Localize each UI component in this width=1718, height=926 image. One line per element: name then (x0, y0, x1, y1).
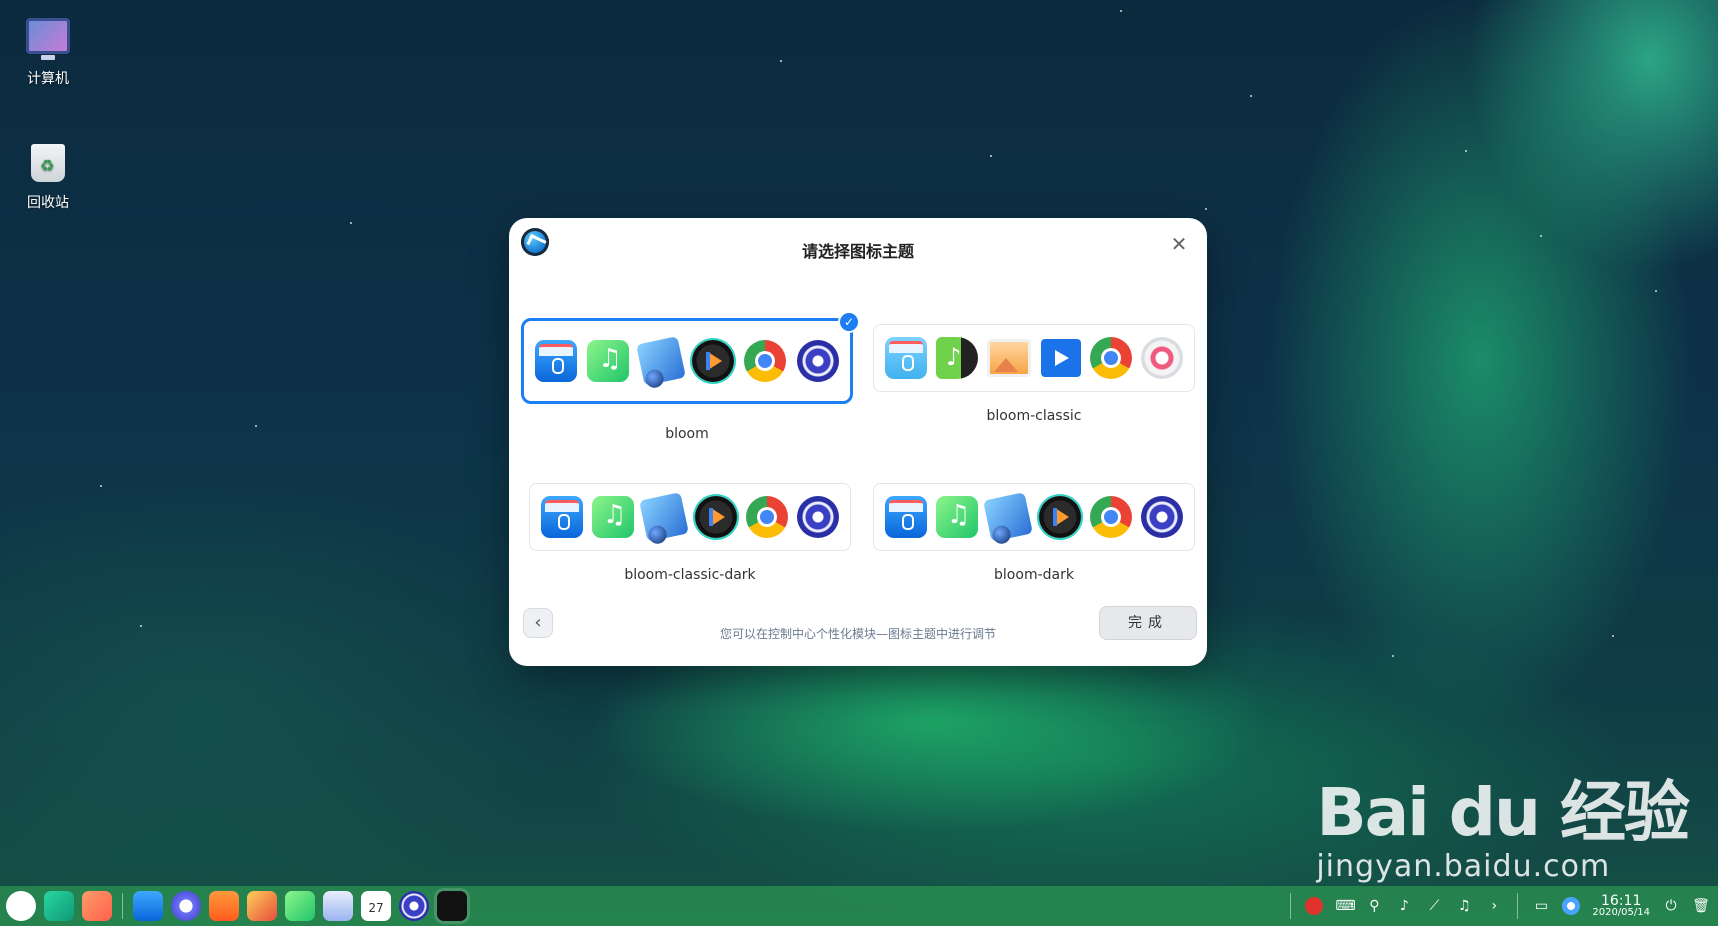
multitask-view-icon[interactable] (44, 891, 74, 921)
trash-tray-icon[interactable]: 🗑 (1692, 897, 1710, 915)
app-store-icon (884, 337, 927, 379)
assistant-icon[interactable] (1562, 897, 1581, 915)
settings-icon (797, 496, 840, 538)
theme-preview[interactable] (873, 483, 1195, 551)
music-icon (935, 337, 978, 379)
desktop-icon-computer[interactable]: 计算机 (8, 18, 88, 88)
desktop-icon-label: 回收站 (27, 195, 69, 211)
icon-theme-dialog: 请选择图标主题 ✕ ✓ bloom bloom-classic (509, 218, 1207, 666)
dialog-title: 请选择图标主题 (801, 242, 914, 261)
power-icon[interactable]: ⏻ (1662, 897, 1680, 915)
settings-icon[interactable] (399, 891, 429, 921)
photos-icon (639, 492, 690, 542)
desktop-icon-label: 计算机 (27, 71, 69, 87)
theme-label: bloom-dark (994, 567, 1074, 583)
theme-preview[interactable] (873, 324, 1195, 392)
chrome-icon (1089, 337, 1132, 379)
app-store-icon (535, 340, 578, 382)
trash-icon: ♻ (31, 144, 65, 182)
photos-icon (983, 492, 1034, 542)
calendar-icon[interactable]: 27 (361, 891, 391, 921)
chrome-icon (1089, 496, 1132, 538)
app-store-icon (884, 496, 927, 538)
app-store-icon[interactable] (133, 891, 163, 921)
music-icon (587, 340, 630, 382)
theme-preview[interactable] (529, 483, 851, 551)
settings-icon (796, 340, 839, 382)
photos-icon (635, 336, 686, 386)
photos-icon (987, 339, 1032, 377)
music-icon (935, 496, 978, 538)
settings-icon (1141, 337, 1184, 379)
taskbar: 27 ⌨ ⚲ ♪ ⟋ ♫ › ▭ 16:11 2020/05/14 ⏻ 🗑 (0, 886, 1718, 926)
video-player-icon (692, 340, 735, 382)
done-button[interactable]: 完成 (1099, 606, 1197, 640)
onscreen-keyboard-icon[interactable]: ▭ (1532, 897, 1550, 915)
clock[interactable]: 16:11 2020/05/14 (1592, 894, 1650, 918)
input-method-icon[interactable] (1305, 897, 1324, 915)
desktop-switch-icon[interactable] (82, 891, 112, 921)
computer-icon (26, 18, 70, 60)
taskbar-separator (1517, 893, 1519, 919)
theme-option-bloom-classic[interactable]: bloom-classic (873, 324, 1209, 424)
clock-time: 16:11 (1601, 893, 1642, 909)
theme-label: bloom-classic-dark (624, 567, 756, 583)
chrome-icon (744, 340, 787, 382)
theme-option-bloom[interactable]: ✓ bloom (521, 311, 860, 442)
browser-icon[interactable] (171, 891, 201, 921)
app-store-icon (540, 496, 583, 538)
chrome-icon (745, 496, 788, 538)
theme-option-bloom-dark[interactable]: bloom-dark (873, 483, 1209, 583)
file-archiver-icon[interactable] (209, 891, 239, 921)
theme-option-bloom-classic-dark[interactable]: bloom-classic-dark (529, 483, 865, 583)
video-player-icon (1038, 496, 1081, 538)
notification-bell-icon[interactable]: ♫ (1455, 897, 1473, 915)
theme-label: bloom (665, 426, 709, 442)
taskbar-separator (122, 893, 123, 919)
music-icon[interactable] (285, 891, 315, 921)
usb-icon[interactable]: ⚲ (1365, 897, 1383, 915)
desktop-icon-trash[interactable]: ♻ 回收站 (8, 144, 88, 212)
network-icon[interactable]: ⟋ (1425, 897, 1443, 915)
keyboard-icon[interactable]: ⌨ (1335, 897, 1355, 915)
document-viewer-icon[interactable] (323, 891, 353, 921)
welcome-app-icon[interactable] (437, 891, 467, 921)
chevron-right-icon[interactable]: › (1485, 897, 1503, 915)
theme-label: bloom-classic (986, 408, 1082, 424)
video-player-icon (694, 496, 737, 538)
watermark-main: Bai du 经验 (1316, 774, 1690, 851)
selected-check-icon: ✓ (838, 311, 860, 333)
volume-icon[interactable]: ♪ (1395, 897, 1413, 915)
clock-date: 2020/05/14 (1592, 907, 1650, 918)
video-player-icon (1040, 339, 1081, 377)
taskbar-separator (1290, 893, 1292, 919)
image-viewer-icon[interactable] (247, 891, 277, 921)
launcher-icon[interactable] (6, 891, 36, 921)
theme-preview[interactable]: ✓ (521, 311, 860, 404)
baidu-watermark: Bai du 经验 jingyan.baidu.com (1316, 759, 1690, 884)
music-icon (591, 496, 634, 538)
close-button[interactable]: ✕ (1167, 232, 1191, 256)
settings-icon (1141, 496, 1184, 538)
